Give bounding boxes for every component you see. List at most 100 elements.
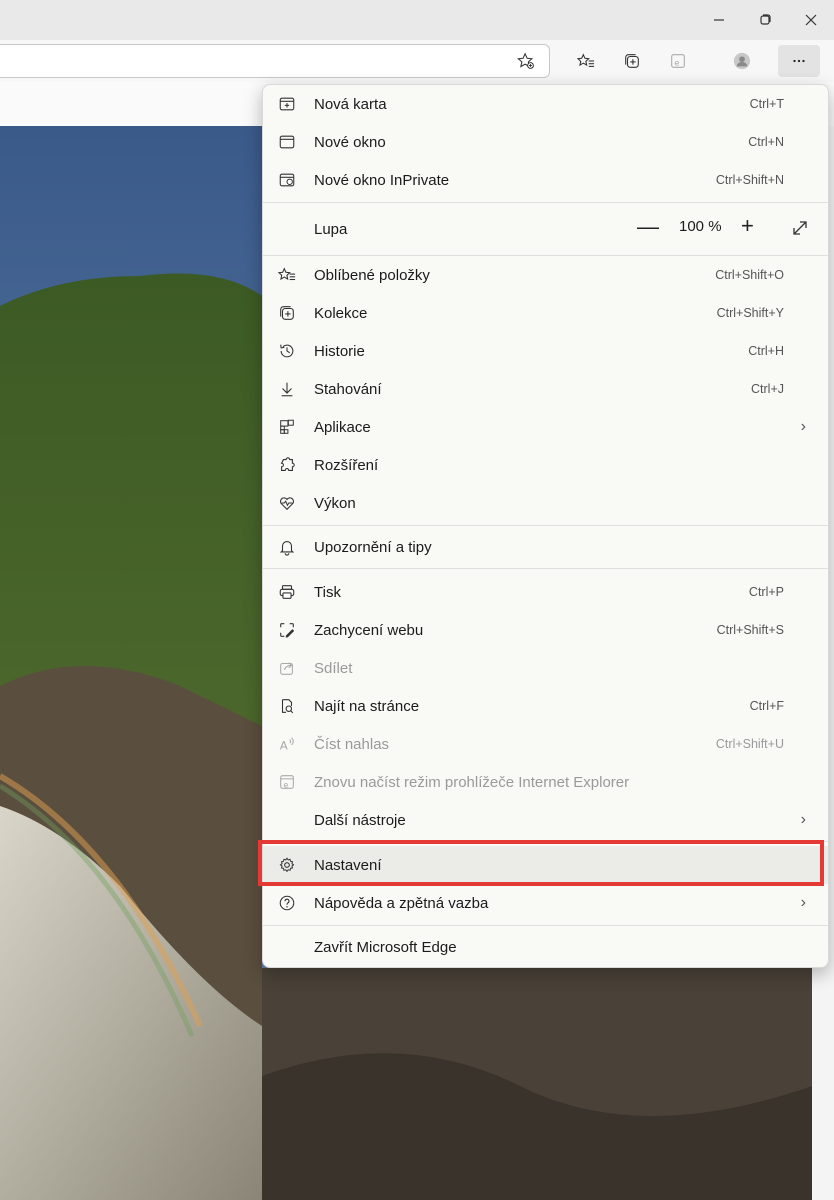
extensions-icon — [277, 455, 297, 475]
menu-item-label: Nová karta — [314, 95, 387, 113]
menu-item-collections[interactable]: Kolekce Ctrl+Shift+Y — [263, 294, 828, 332]
menu-item-share: Sdílet — [263, 649, 828, 687]
title-bar — [0, 0, 834, 40]
web-capture-icon — [277, 620, 297, 640]
menu-item-shortcut: Ctrl+Shift+S — [716, 623, 784, 637]
menu-item-label: Zachycení webu — [314, 621, 424, 639]
menu-item-favorites[interactable]: Oblíbené položky Ctrl+Shift+O — [263, 256, 828, 294]
menu-item-label: Nové okno — [314, 133, 386, 151]
menu-item-shortcut: Ctrl+J — [751, 382, 784, 396]
chevron-right-icon: › — [800, 811, 806, 828]
chevron-right-icon: › — [800, 418, 806, 435]
menu-item-close-edge[interactable]: Zavřít Microsoft Edge — [263, 928, 828, 966]
close-icon[interactable] — [788, 0, 834, 40]
menu-item-label: Číst nahlas — [314, 735, 390, 753]
svg-text:e: e — [283, 779, 288, 789]
menu-item-shortcut: Ctrl+P — [748, 585, 784, 599]
menu-divider — [263, 925, 828, 926]
menu-item-label: Nápověda a zpětná vazba — [314, 894, 489, 912]
menu-divider — [263, 568, 828, 569]
ie-mode-icon: e — [277, 772, 297, 792]
menu-item-label: Nové okno InPrivate — [314, 171, 450, 189]
profile-icon[interactable] — [726, 46, 758, 76]
zoom-in-button[interactable]: + — [741, 213, 754, 239]
menu-item-shortcut: Ctrl+Shift+N — [715, 173, 784, 187]
menu-item-extensions[interactable]: Rozšíření — [263, 446, 828, 484]
menu-item-downloads[interactable]: Stahování Ctrl+J — [263, 370, 828, 408]
menu-item-history[interactable]: Historie Ctrl+H — [263, 332, 828, 370]
menu-item-shortcut: Ctrl+F — [749, 699, 784, 713]
address-bar[interactable] — [0, 44, 550, 78]
menu-item-new-window[interactable]: Nové okno Ctrl+N — [263, 123, 828, 161]
zoom-out-button[interactable]: — — [637, 214, 659, 240]
menu-item-label: Sdílet — [314, 659, 353, 677]
menu-item-find-on-page[interactable]: Najít na stránce Ctrl+F — [263, 687, 828, 725]
menu-item-shortcut: Ctrl+H — [748, 344, 784, 358]
svg-text:A: A — [280, 738, 288, 752]
menu-item-label: Lupa — [314, 221, 348, 238]
new-tab-icon — [277, 94, 297, 114]
menu-item-label: Stahování — [314, 380, 382, 398]
menu-item-label: Kolekce — [314, 304, 368, 322]
fullscreen-icon[interactable] — [790, 218, 810, 238]
menu-item-help-feedback[interactable]: Nápověda a zpětná vazba › — [263, 884, 828, 922]
menu-item-label: Rozšíření — [314, 456, 379, 474]
menu-divider — [263, 525, 828, 526]
menu-item-shortcut: Ctrl+Shift+O — [715, 268, 784, 282]
menu-item-apps[interactable]: Aplikace › — [263, 408, 828, 446]
menu-item-shortcut: Ctrl+N — [748, 135, 784, 149]
settings-and-more-menu: Nová karta Ctrl+T Nové okno Ctrl+N Nové … — [262, 84, 829, 968]
menu-item-label: Zavřít Microsoft Edge — [314, 938, 457, 956]
menu-item-label: Aplikace — [314, 418, 371, 436]
menu-divider — [263, 841, 828, 842]
menu-item-label: Tisk — [314, 583, 341, 601]
menu-item-print[interactable]: Tisk Ctrl+P — [263, 573, 828, 611]
menu-item-zoom: Lupa — 100 % + — [263, 208, 828, 252]
gear-icon — [277, 855, 297, 875]
menu-item-more-tools[interactable]: Další nástroje › — [263, 801, 828, 839]
favorites-icon — [277, 265, 297, 285]
help-icon — [277, 893, 297, 913]
menu-item-label: Oblíbené položky — [314, 266, 430, 284]
add-favorite-icon[interactable] — [510, 46, 542, 76]
menu-divider — [263, 202, 828, 203]
favorites-icon[interactable] — [570, 46, 602, 76]
menu-item-read-aloud: A Číst nahlas Ctrl+Shift+U — [263, 725, 828, 763]
share-icon — [277, 658, 297, 678]
apps-icon — [277, 417, 297, 437]
menu-item-new-inprivate-window[interactable]: Nové okno InPrivate Ctrl+Shift+N — [263, 161, 828, 199]
menu-item-settings[interactable]: Nastavení — [263, 846, 828, 884]
menu-item-new-tab[interactable]: Nová karta Ctrl+T — [263, 85, 828, 123]
ie-mode-icon: e — [662, 46, 694, 76]
performance-icon — [277, 493, 297, 513]
menu-item-web-capture[interactable]: Zachycení webu Ctrl+Shift+S — [263, 611, 828, 649]
inprivate-icon — [277, 170, 297, 190]
read-aloud-icon: A — [277, 734, 297, 754]
zoom-level: 100 % — [679, 218, 722, 235]
menu-item-label: Nastavení — [314, 856, 382, 874]
menu-item-performance[interactable]: Výkon — [263, 484, 828, 522]
menu-item-label: Znovu načíst režim prohlížeče Internet E… — [314, 773, 630, 791]
restore-icon[interactable] — [742, 0, 788, 40]
more-icon[interactable] — [778, 45, 820, 77]
menu-item-shortcut: Ctrl+Shift+U — [715, 737, 784, 751]
menu-item-label: Další nástroje — [314, 811, 406, 829]
menu-item-label: Historie — [314, 342, 365, 360]
chevron-right-icon: › — [800, 894, 806, 911]
menu-item-notifications[interactable]: Upozornění a tipy — [263, 528, 828, 566]
browser-toolbar: e — [0, 40, 834, 82]
menu-item-label: Najít na stránce — [314, 697, 420, 715]
find-icon — [277, 696, 297, 716]
menu-item-reload-ie-mode: e Znovu načíst režim prohlížeče Internet… — [263, 763, 828, 801]
collections-icon[interactable] — [616, 46, 648, 76]
menu-item-shortcut: Ctrl+T — [749, 97, 784, 111]
menu-item-label: Upozornění a tipy — [314, 538, 432, 556]
print-icon — [277, 582, 297, 602]
minimize-icon[interactable] — [696, 0, 742, 40]
svg-text:e: e — [674, 58, 679, 68]
menu-item-label: Výkon — [314, 494, 356, 512]
new-window-icon — [277, 132, 297, 152]
bell-icon — [277, 537, 297, 557]
history-icon — [277, 341, 297, 361]
menu-item-shortcut: Ctrl+Shift+Y — [716, 306, 784, 320]
